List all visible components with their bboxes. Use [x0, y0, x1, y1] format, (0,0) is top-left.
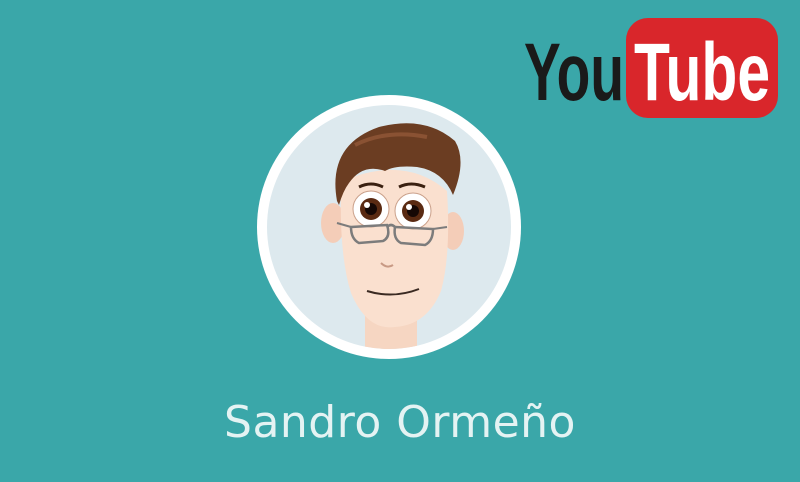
avatar: [267, 105, 511, 349]
youtube-logo: You Tube: [524, 14, 780, 120]
youtube-logo-graphic: You Tube: [524, 18, 778, 118]
youtube-word-right: Tube: [634, 27, 770, 118]
face-shape: [340, 169, 449, 328]
youtube-word-left: You: [524, 27, 624, 118]
right-eye-shine: [406, 204, 412, 210]
channel-name: Sandro Ormeño: [224, 397, 576, 448]
cartoon-portrait-icon: [321, 123, 464, 349]
avatar-ring: [257, 95, 521, 359]
left-eye-shine: [364, 202, 370, 208]
